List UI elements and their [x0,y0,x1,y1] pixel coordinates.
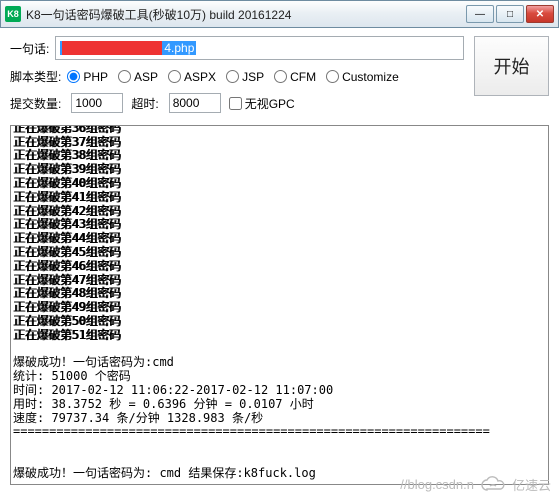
log-footer-line: 爆破成功！一句话密码为: cmd 结果保存:k8fuck.log [13,467,546,481]
window-title: K8一句话密码爆破工具(秒破10万) build 20161224 [26,6,466,23]
radio-php[interactable]: PHP [67,70,108,84]
maximize-button[interactable]: □ [496,5,524,23]
top-left: 一句话: 4.php 脚本类型: PHP ASP ASPX JSP CFM Cu… [10,36,464,121]
radio-asp-input[interactable] [118,70,131,83]
radio-php-label: PHP [83,70,108,84]
start-button[interactable]: 开始 [474,36,549,96]
log-line: 时间: 2017-02-12 11:06:22-2017-02-12 11:07… [13,384,546,398]
log-line: 用时: 38.3752 秒 = 0.6396 分钟 = 0.0107 小时 [13,398,546,412]
log-line: 速度: 79737.34 条/分钟 1328.983 条/秒 [13,412,546,426]
log-progress-line: 正在爆破第50组密码 [13,315,546,329]
url-selection: 4.php [60,41,196,55]
log-progress-line: 正在爆破第51组密码 [13,329,546,343]
window-buttons: — □ ✕ [466,5,554,23]
radio-aspx-input[interactable] [168,70,181,83]
radio-cfm-input[interactable] [274,70,287,83]
url-label: 一句话: [10,40,49,57]
radio-aspx-label: ASPX [184,70,216,84]
minimize-button[interactable]: — [466,5,494,23]
log-progress-line: 正在爆破第49组密码 [13,301,546,315]
start-button-label: 开始 [494,53,530,79]
url-input[interactable]: 4.php [55,36,464,60]
timeout-input[interactable] [169,93,221,113]
log-progress-line: 正在爆破第40组密码 [13,177,546,191]
log-progress-line: 正在爆破第41组密码 [13,191,546,205]
ignore-gpc-checkbox[interactable]: 无视GPC [229,95,295,112]
radio-cfm-label: CFM [290,70,316,84]
log-progress-line: 正在爆破第36组密码 [13,125,546,136]
client-area: 一句话: 4.php 脚本类型: PHP ASP ASPX JSP CFM Cu… [0,28,559,493]
top-panel: 一句话: 4.php 脚本类型: PHP ASP ASPX JSP CFM Cu… [10,36,549,121]
submit-row: 提交数量: 超时: 无视GPC [10,93,464,113]
url-redacted [62,41,162,55]
log-progress-line: 正在爆破第39组密码 [13,163,546,177]
log-line: 统计: 51000 个密码 [13,370,546,384]
submit-count-label: 提交数量: [10,95,61,112]
radio-jsp-input[interactable] [226,70,239,83]
radio-php-input[interactable] [67,70,80,83]
timeout-label: 超时: [131,95,158,112]
radio-customize-input[interactable] [326,70,339,83]
url-visible-suffix: 4.php [164,41,194,55]
radio-jsp[interactable]: JSP [226,70,264,84]
close-button[interactable]: ✕ [526,5,554,23]
submit-count-input[interactable] [71,93,123,113]
url-row: 一句话: 4.php [10,36,464,60]
radio-cfm[interactable]: CFM [274,70,316,84]
radio-customize[interactable]: Customize [326,70,399,84]
radio-jsp-label: JSP [242,70,264,84]
radio-asp[interactable]: ASP [118,70,158,84]
radio-asp-label: ASP [134,70,158,84]
radio-aspx[interactable]: ASPX [168,70,216,84]
ignore-gpc-label: 无视GPC [245,95,295,112]
log-output[interactable]: 正在爆破第30组密码正在爆破第31组密码正在爆破第32组密码正在爆破第33组密码… [10,125,549,485]
radio-customize-label: Customize [342,70,399,84]
script-type-row: 脚本类型: PHP ASP ASPX JSP CFM Customize [10,68,464,85]
titlebar: K8 K8一句话密码爆破工具(秒破10万) build 20161224 — □… [0,0,559,28]
log-progress-line: 正在爆破第46组密码 [13,260,546,274]
ignore-gpc-input[interactable] [229,97,242,110]
log-line: ========================================… [13,425,546,439]
log-progress-line: 正在爆破第44组密码 [13,232,546,246]
log-progress-line: 正在爆破第45组密码 [13,246,546,260]
script-type-label: 脚本类型: [10,68,61,85]
app-icon: K8 [5,6,21,22]
